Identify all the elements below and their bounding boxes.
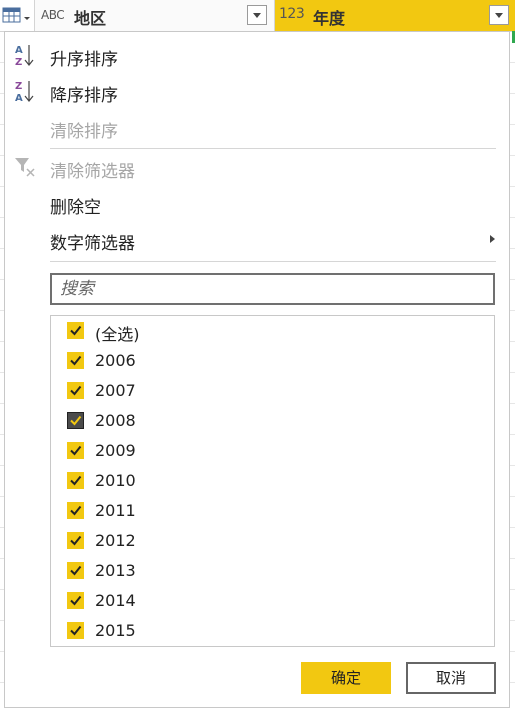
column-dropdown-button[interactable] <box>489 5 509 25</box>
menu-label: 清除排序 <box>50 122 118 142</box>
menu-clear-sort[interactable]: 清除排序 <box>5 110 509 144</box>
column-header-bar: ABC 地区 123 年度 <box>0 0 515 32</box>
list-item[interactable]: 2007 <box>51 376 494 406</box>
checkmark-icon <box>70 355 82 366</box>
checkbox[interactable] <box>67 472 84 489</box>
column-header-region[interactable]: ABC 地区 <box>35 0 275 31</box>
checkbox[interactable] <box>67 442 84 459</box>
list-item[interactable]: 2015 <box>51 616 494 646</box>
checkbox[interactable] <box>67 382 84 399</box>
number-type-icon: 123 <box>279 6 305 22</box>
list-item-label: (全选) <box>95 325 140 344</box>
menu-clear-filter[interactable]: 清除筛选器 <box>5 150 509 184</box>
checkbox[interactable] <box>67 592 84 609</box>
list-item-label: 2015 <box>95 621 136 640</box>
list-item[interactable]: 2011 <box>51 496 494 526</box>
value-checklist: (全选) 2006 2007 2008 2009 2010 2011 2012 … <box>50 315 495 647</box>
column-name: 地区 <box>74 9 107 28</box>
list-item[interactable]: 2012 <box>51 526 494 556</box>
chevron-right-icon <box>490 235 495 243</box>
list-item[interactable]: 2013 <box>51 556 494 586</box>
list-item-label: 2006 <box>95 351 136 370</box>
checkmark-icon <box>70 595 82 606</box>
menu-separator <box>50 261 496 262</box>
checkbox[interactable] <box>67 622 84 639</box>
search-box <box>50 273 495 305</box>
checkmark-icon <box>70 625 82 636</box>
list-item-label: 2012 <box>95 531 136 550</box>
table-icon <box>2 7 30 23</box>
column-dropdown-button[interactable] <box>247 5 267 25</box>
menu-separator <box>50 148 496 149</box>
list-item-label: 2008 <box>95 411 136 430</box>
filter-popup: A Z 升序排序 Z A 降序排序 清除排序 清除筛选器 删除空 数字筛选器 搜… <box>4 31 510 708</box>
search-input[interactable] <box>60 276 480 302</box>
menu-sort-descending[interactable]: Z A 降序排序 <box>5 74 509 108</box>
list-item[interactable]: 2006 <box>51 346 494 376</box>
text-type-icon: ABC <box>41 8 65 22</box>
checkmark-icon <box>70 475 82 486</box>
list-item[interactable]: 2010 <box>51 466 494 496</box>
menu-remove-empty[interactable]: 删除空 <box>5 186 509 220</box>
column-header-year[interactable]: 123 年度 <box>275 0 515 31</box>
list-item-label: 2011 <box>95 501 136 520</box>
clear-filter-icon <box>15 158 35 177</box>
list-item-label: 2014 <box>95 591 136 610</box>
svg-text:A: A <box>15 45 23 56</box>
list-item-label: 2013 <box>95 561 136 580</box>
cancel-button[interactable]: 取消 <box>406 662 496 694</box>
menu-label: 数字筛选器 <box>50 234 135 254</box>
table-menu-button[interactable] <box>0 0 35 31</box>
list-item-label: 2010 <box>95 471 136 490</box>
checkbox[interactable] <box>67 352 84 369</box>
checkmark-icon <box>70 325 82 336</box>
checkbox[interactable] <box>67 562 84 579</box>
list-item[interactable]: 2014 <box>51 586 494 616</box>
svg-text:Z: Z <box>15 57 22 68</box>
checkbox[interactable] <box>67 532 84 549</box>
list-item[interactable]: 2009 <box>51 436 494 466</box>
column-name: 年度 <box>313 9 346 28</box>
menu-label: 清除筛选器 <box>50 162 135 182</box>
sort-ascending-icon: A Z <box>15 45 34 68</box>
list-item-label: 2009 <box>95 441 136 460</box>
menu-number-filters[interactable]: 数字筛选器 <box>5 222 509 256</box>
checkbox[interactable] <box>67 322 84 339</box>
ok-button[interactable]: 确定 <box>301 662 391 694</box>
list-item-select-all[interactable]: (全选) <box>51 316 494 346</box>
menu-label: 降序排序 <box>50 86 118 106</box>
svg-text:A: A <box>15 93 23 104</box>
checkmark-icon <box>70 415 82 426</box>
menu-label: 删除空 <box>50 198 101 218</box>
menu-sort-ascending[interactable]: A Z 升序排序 <box>5 38 509 72</box>
list-item[interactable]: 2008 <box>51 406 494 436</box>
chevron-down-icon <box>253 13 261 18</box>
checkbox[interactable] <box>67 502 84 519</box>
checkbox-focused[interactable] <box>67 412 84 429</box>
list-item-label: 2007 <box>95 381 136 400</box>
checkmark-icon <box>70 565 82 576</box>
checkmark-icon <box>70 535 82 546</box>
checkmark-icon <box>70 505 82 516</box>
checkmark-icon <box>70 445 82 456</box>
svg-text:Z: Z <box>15 81 22 92</box>
checkmark-icon <box>70 385 82 396</box>
chevron-down-icon <box>495 13 503 18</box>
menu-label: 升序排序 <box>50 50 118 70</box>
sort-descending-icon: Z A <box>15 81 34 104</box>
